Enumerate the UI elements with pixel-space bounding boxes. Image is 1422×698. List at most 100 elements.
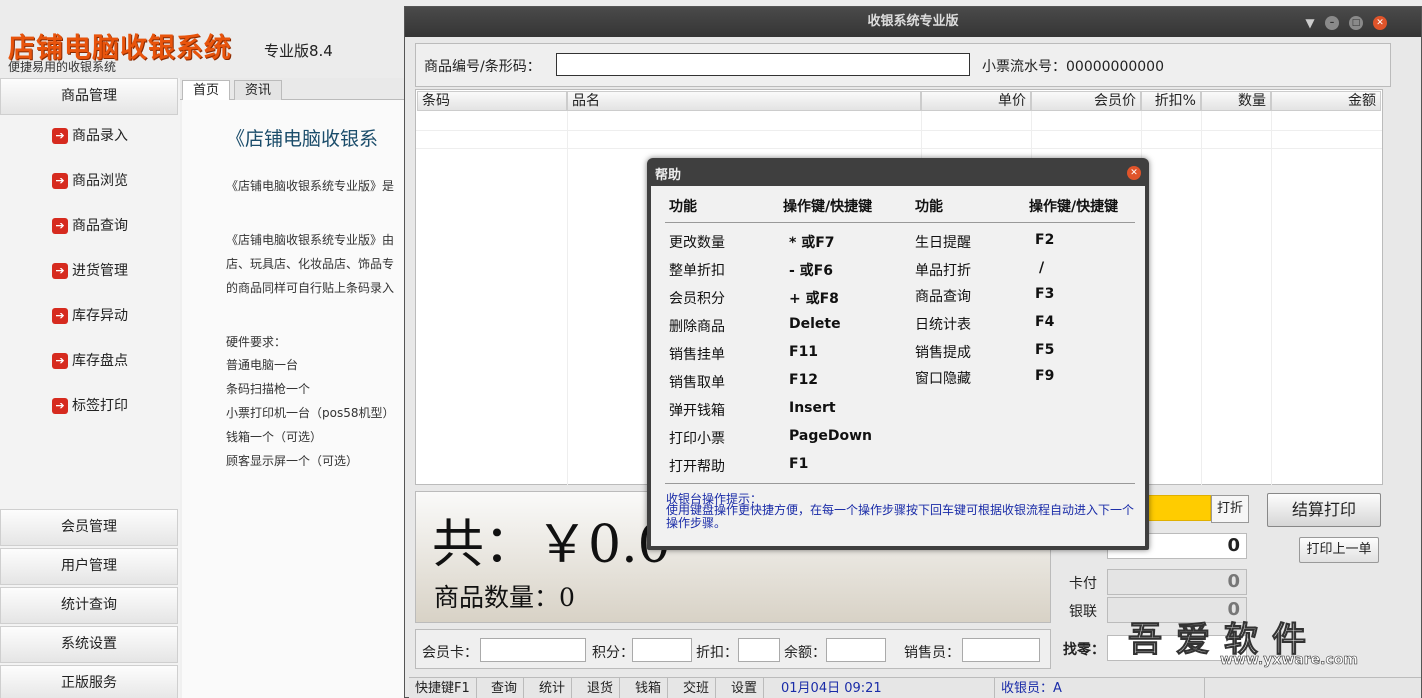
help-func: 打开帮助 [669, 459, 725, 475]
help-func: 生日提醒 [915, 235, 971, 251]
help-func: 单品打折 [915, 263, 971, 279]
help-func: 销售提成 [915, 345, 971, 361]
sidebar-group-user[interactable]: 用户管理 [0, 548, 178, 585]
col-amount[interactable]: 金额 [1271, 91, 1381, 111]
sidebar-group-member[interactable]: 会员管理 [0, 509, 178, 546]
status-query[interactable]: 查询 [485, 678, 525, 698]
balance-input[interactable] [826, 638, 886, 662]
home-content: 《店铺电脑收银系 《店铺电脑收银系统专业版》是 《店铺电脑收银系统专业版》由 店… [182, 100, 410, 698]
col-price[interactable]: 单价 [921, 91, 1031, 111]
discount-button[interactable]: 打折 [1211, 495, 1249, 523]
help-key: Delete [789, 316, 841, 332]
member-bar: 会员卡： 积分： 折扣： 余额： 销售员： [415, 629, 1051, 669]
content-line: 小票打印机一台（pos58机型） [226, 406, 395, 420]
scan-bar: 商品编号/条形码： 小票流水号：00000000000 [415, 43, 1391, 87]
help-key: F2 [1035, 232, 1055, 248]
sidebar-item-goods-query[interactable]: ➔ 商品查询 [52, 215, 128, 237]
red-arrow-icon: ➔ [52, 308, 68, 324]
status-bar: 快捷键F1 查询 统计 退货 钱箱 交班 设置 01月04日 09:21 收银员… [409, 677, 1421, 698]
barcode-input[interactable] [556, 53, 970, 76]
help-func: 整单折扣 [669, 263, 725, 279]
sidebar-group-settings[interactable]: 系统设置 [0, 626, 178, 663]
sidebar-item-label: 库存异动 [72, 308, 128, 324]
status-cashier: 收银员：A [995, 678, 1205, 698]
sidebar-item-stocktake[interactable]: ➔ 库存盘点 [52, 350, 128, 372]
help-key: F4 [1035, 314, 1055, 330]
unionpay-label: 银联 [1069, 604, 1097, 620]
status-settings[interactable]: 设置 [725, 678, 765, 698]
minimize-icon[interactable]: – [1325, 16, 1339, 30]
sidebar-group-service[interactable]: 正版服务 [0, 665, 178, 698]
red-arrow-icon: ➔ [52, 263, 68, 279]
status-cash-drawer[interactable]: 钱箱 [629, 678, 669, 698]
close-icon[interactable]: ✕ [1127, 166, 1141, 180]
sidebar-group-goods[interactable]: 商品管理 [0, 78, 178, 115]
checkout-print-button[interactable]: 结算打印 [1267, 493, 1381, 527]
content-line: 顾客显示屏一个（可选） [226, 454, 359, 468]
item-count: 商品数量：0 [434, 583, 575, 612]
help-key: Insert [789, 400, 836, 416]
member-card-label: 会员卡： [422, 645, 478, 661]
col-name[interactable]: 品名 [567, 91, 921, 111]
col-member-price[interactable]: 会员价 [1031, 91, 1141, 111]
watermark: 吾爱软件 www.yxware.com [1128, 612, 1418, 672]
sidebar-item-purchase[interactable]: ➔ 进货管理 [52, 260, 128, 282]
points-label: 积分： [592, 645, 634, 661]
col-barcode[interactable]: 条码 [417, 91, 567, 111]
maximize-icon[interactable]: □ [1349, 16, 1363, 30]
total-amount: 共：￥0.0 [432, 515, 671, 575]
content-line: 《店铺电脑收银系统专业版》由 [226, 233, 395, 247]
sidebar-item-label: 标签打印 [72, 398, 128, 414]
sidebar-item-goods-browse[interactable]: ➔ 商品浏览 [52, 170, 128, 192]
sidebar-item-label: 商品录入 [72, 128, 128, 144]
tab-bar: 首页 资讯 [180, 78, 410, 100]
help-func: 日统计表 [915, 317, 971, 333]
help-key: * 或F7 [789, 235, 835, 251]
status-handover[interactable]: 交班 [677, 678, 717, 698]
menu-down-icon[interactable]: ▼ [1303, 16, 1317, 30]
content-line: 店、玩具店、化妆品店、饰品专 [226, 257, 395, 271]
help-dialog: 帮助 ✕ 功能 操作键/快捷键 功能 操作键/快捷键 更改数量 * 或F7 整单… [647, 158, 1149, 550]
card-pay-field[interactable]: 0 [1107, 569, 1247, 595]
help-key: - 或F6 [789, 263, 833, 279]
tab-news[interactable]: 资讯 [234, 80, 283, 100]
grid-divider [1201, 111, 1202, 485]
close-icon[interactable]: ✕ [1373, 16, 1387, 30]
reprint-last-button[interactable]: 打印上一单 [1299, 537, 1379, 563]
sidebar-item-label-print[interactable]: ➔ 标签打印 [52, 395, 128, 417]
red-arrow-icon: ➔ [52, 218, 68, 234]
help-header-key: 操作键/快捷键 [783, 199, 873, 215]
app-edition: 专业版8.4 [264, 42, 333, 60]
content-line: 硬件要求： [226, 335, 287, 349]
sidebar-item-stock-change[interactable]: ➔ 库存异动 [52, 305, 128, 327]
help-header-key: 操作键/快捷键 [1029, 199, 1119, 215]
status-stats[interactable]: 统计 [533, 678, 573, 698]
pos-titlebar[interactable]: 收银系统专业版 ▼ – □ ✕ [405, 7, 1421, 37]
pos-window-title: 收银系统专业版 [867, 14, 959, 29]
help-divider [665, 483, 1135, 484]
member-discount-input[interactable] [738, 638, 780, 662]
status-shortcut-f1[interactable]: 快捷键F1 [409, 678, 477, 698]
member-card-input[interactable] [480, 638, 586, 662]
help-body: 功能 操作键/快捷键 功能 操作键/快捷键 更改数量 * 或F7 整单折扣 - … [651, 186, 1145, 546]
col-discount[interactable]: 折扣% [1141, 91, 1201, 111]
help-func: 销售挂单 [669, 347, 725, 363]
sidebar-item-goods-entry[interactable]: ➔ 商品录入 [52, 125, 128, 147]
tab-home[interactable]: 首页 [182, 80, 231, 100]
sidebar-group-stats[interactable]: 统计查询 [0, 587, 178, 624]
red-arrow-icon: ➔ [52, 398, 68, 414]
points-input[interactable] [632, 638, 692, 662]
scan-label: 商品编号/条形码： [424, 59, 541, 75]
content-line: 的商品同样可自行贴上条码录入 [226, 281, 395, 295]
help-key: / [1039, 260, 1045, 276]
col-quantity[interactable]: 数量 [1201, 91, 1271, 111]
help-key: F11 [789, 344, 819, 360]
help-func: 窗口隐藏 [915, 371, 971, 387]
change-label: 找零： [1063, 642, 1105, 658]
content-line: 《店铺电脑收银系统专业版》是 [226, 179, 395, 193]
salesperson-input[interactable] [962, 638, 1040, 662]
sidebar-item-label: 商品浏览 [72, 173, 128, 189]
status-return[interactable]: 退货 [581, 678, 621, 698]
red-arrow-icon: ➔ [52, 353, 68, 369]
watermark-url: www.yxware.com [1220, 652, 1359, 669]
